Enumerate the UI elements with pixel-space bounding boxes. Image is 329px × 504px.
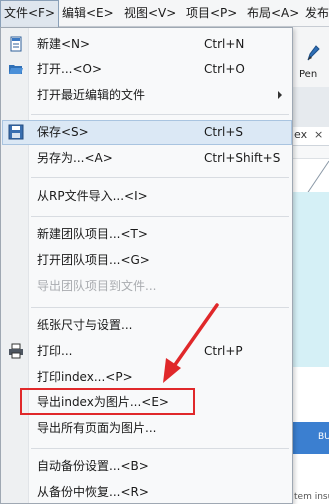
menu-item-paper-size[interactable]: 纸张尺寸与设置... [2, 313, 292, 338]
menu-item-print[interactable]: 打印... Ctrl+P [2, 339, 292, 364]
menu-item-new[interactable]: 新建<N> Ctrl+N [2, 32, 292, 57]
menu-item-label: 另存为...<A> [37, 151, 113, 165]
menu-item-label: 打印... [37, 344, 73, 358]
pen-tool-label: Pen [299, 69, 318, 80]
menu-item-label: 打开...<O> [37, 62, 102, 76]
design-canvas[interactable]: BU tem insu [292, 146, 329, 504]
menu-item-label: 导出团队项目到文件... [37, 279, 157, 293]
canvas-text: tem insu [294, 492, 329, 502]
menu-item-open[interactable]: 打开...<O> Ctrl+O [2, 57, 292, 82]
menu-file[interactable]: 文件<F> [0, 0, 60, 27]
menu-separator [31, 114, 289, 115]
close-icon[interactable]: × [314, 128, 323, 141]
canvas-button-label: BU [318, 432, 329, 442]
menu-item-label: 新建团队项目...<T> [37, 227, 148, 241]
menu-item-shortcut: Ctrl+Shift+S [204, 151, 281, 165]
menu-item-shortcut: Ctrl+N [204, 37, 245, 51]
menu-item-save-as[interactable]: 另存为...<A> Ctrl+Shift+S [2, 146, 292, 171]
menu-layout[interactable]: 布局<A> [247, 0, 299, 27]
menu-publish[interactable]: 发布 [305, 0, 329, 27]
menu-item-print-index[interactable]: 打印index...<P> [2, 365, 292, 390]
menu-item-export-team-project: 导出团队项目到文件... [2, 274, 292, 299]
menu-separator [31, 177, 289, 178]
menu-item-export-all-pages-image[interactable]: 导出所有页面为图片... [2, 416, 292, 441]
submenu-arrow-icon [278, 91, 282, 99]
menu-separator [31, 216, 289, 217]
print-icon [9, 343, 23, 359]
canvas-panel [292, 192, 329, 367]
tab-index[interactable]: ex × [292, 127, 329, 146]
menu-edit[interactable]: 编辑<E> [62, 0, 114, 27]
menu-item-import-rp[interactable]: 从RP文件导入...<I> [2, 184, 292, 209]
menu-item-shortcut: Ctrl+O [204, 62, 245, 76]
menu-separator [31, 307, 289, 308]
menu-item-label: 纸张尺寸与设置... [37, 318, 133, 332]
menu-bar: 文件<F> 编辑<E> 视图<V> 项目<P> 布局<A> 发布 [0, 0, 329, 27]
pen-tool-button[interactable]: Pen [292, 27, 329, 88]
menu-item-new-team-project[interactable]: 新建团队项目...<T> [2, 222, 292, 247]
pen-icon [307, 45, 320, 61]
menu-separator [31, 448, 289, 449]
menu-item-label: 新建<N> [37, 37, 91, 51]
canvas-button[interactable]: BU [292, 422, 329, 454]
menu-item-restore-backup[interactable]: 从备份中恢复...<R> [2, 480, 292, 503]
annotation-highlight-box [20, 388, 195, 415]
menu-item-label: 保存<S> [37, 125, 89, 139]
open-folder-icon [9, 65, 23, 74]
menu-item-label: 打开最近编辑的文件 [37, 88, 146, 102]
menu-item-open-team-project[interactable]: 打开团队项目...<G> [2, 248, 292, 273]
menu-item-label: 导出所有页面为图片... [37, 421, 157, 435]
menu-item-save[interactable]: 保存<S> Ctrl+S [2, 120, 292, 145]
menu-item-label: 从备份中恢复...<R> [37, 485, 149, 499]
tab-label: ex [294, 128, 308, 141]
menu-item-shortcut: Ctrl+P [204, 344, 243, 358]
sidebar-panel [292, 87, 329, 128]
background-workspace: Pen ex × BU tem insu [292, 27, 329, 504]
menu-project[interactable]: 项目<P> [186, 0, 237, 27]
menu-item-label: 自动备份设置...<B> [37, 459, 149, 473]
menu-item-label: 打开团队项目...<G> [37, 253, 150, 267]
menu-item-recent-files[interactable]: 打开最近编辑的文件 [2, 83, 292, 108]
menu-item-auto-backup-settings[interactable]: 自动备份设置...<B> [2, 454, 292, 479]
new-file-icon [10, 36, 22, 52]
file-menu-dropdown: 新建<N> Ctrl+N 打开...<O> Ctrl+O 打开最近编辑的文件 保… [0, 27, 293, 504]
menu-item-label: 从RP文件导入...<I> [37, 189, 148, 203]
save-icon [8, 124, 24, 140]
menu-item-shortcut: Ctrl+S [204, 125, 244, 139]
menu-view[interactable]: 视图<V> [124, 0, 176, 27]
menu-item-label: 打印index...<P> [37, 370, 133, 384]
